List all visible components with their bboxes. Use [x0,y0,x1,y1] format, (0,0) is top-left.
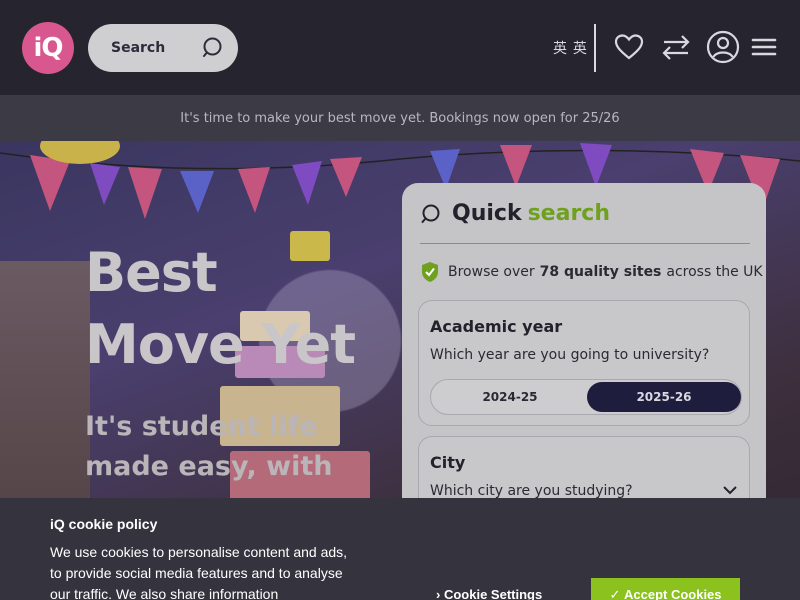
quick-search-heading: Quick search [420,201,610,226]
cookie-settings-label: Cookie Settings [443,587,543,600]
header-divider [594,24,596,72]
academic-year-card: Academic year Which year are you going t… [418,300,750,426]
cookie-text: We use cookies to personalise content an… [50,544,348,600]
accept-cookies-label: Accept Cookies [623,587,722,600]
compare-arrows-icon[interactable] [659,30,693,64]
shield-check-icon [422,262,438,282]
search-label: Search [111,40,166,56]
quick-search-title-2: search [527,201,610,226]
accept-cookies-button[interactable]: ✓ Accept Cookies [591,578,740,600]
announcement-banner: It's time to make your best move yet. Bo… [0,95,800,141]
academic-year-question: Which year are you going to university? [430,347,710,363]
academic-year-title: Academic year [430,317,563,336]
year-option-2024-25[interactable]: 2024-25 [433,382,587,412]
academic-year-toggle: 2024-25 2025-26 [430,379,742,415]
browse-bold: 78 quality sites [539,264,662,280]
cookie-settings-button[interactable]: › Cookie Settings [436,587,542,600]
divider [420,243,750,244]
hero-subtitle: It's student life made easy, with [85,411,333,482]
year-option-2025-26[interactable]: 2025-26 [587,382,741,412]
hero-title: Best Move Yet [85,241,356,376]
site-header: iQ Search 英 英 [0,0,800,95]
search-icon [421,204,440,223]
cookie-banner: iQ cookie policy We use cookies to perso… [0,498,800,600]
account-icon[interactable] [706,30,740,64]
city-title: City [430,453,466,472]
search-button[interactable]: Search [88,24,238,72]
browse-info: Browse over 78 quality sites across the … [420,261,763,283]
browse-pre: Browse over [448,264,535,280]
city-question: Which city are you studying? [430,483,633,499]
heart-icon[interactable] [612,30,646,64]
iq-logo[interactable]: iQ [22,22,74,74]
menu-icon[interactable] [747,30,781,64]
chevron-right-icon: › [436,587,441,600]
browse-post: across the UK [666,264,763,280]
quick-search-title-1: Quick [452,201,522,226]
chevron-down-icon[interactable] [723,485,737,495]
cookie-title: iQ cookie policy [50,516,158,532]
check-icon: ✓ [609,587,624,600]
search-icon [203,37,222,57]
language-selector[interactable]: 英 英 [553,38,588,58]
